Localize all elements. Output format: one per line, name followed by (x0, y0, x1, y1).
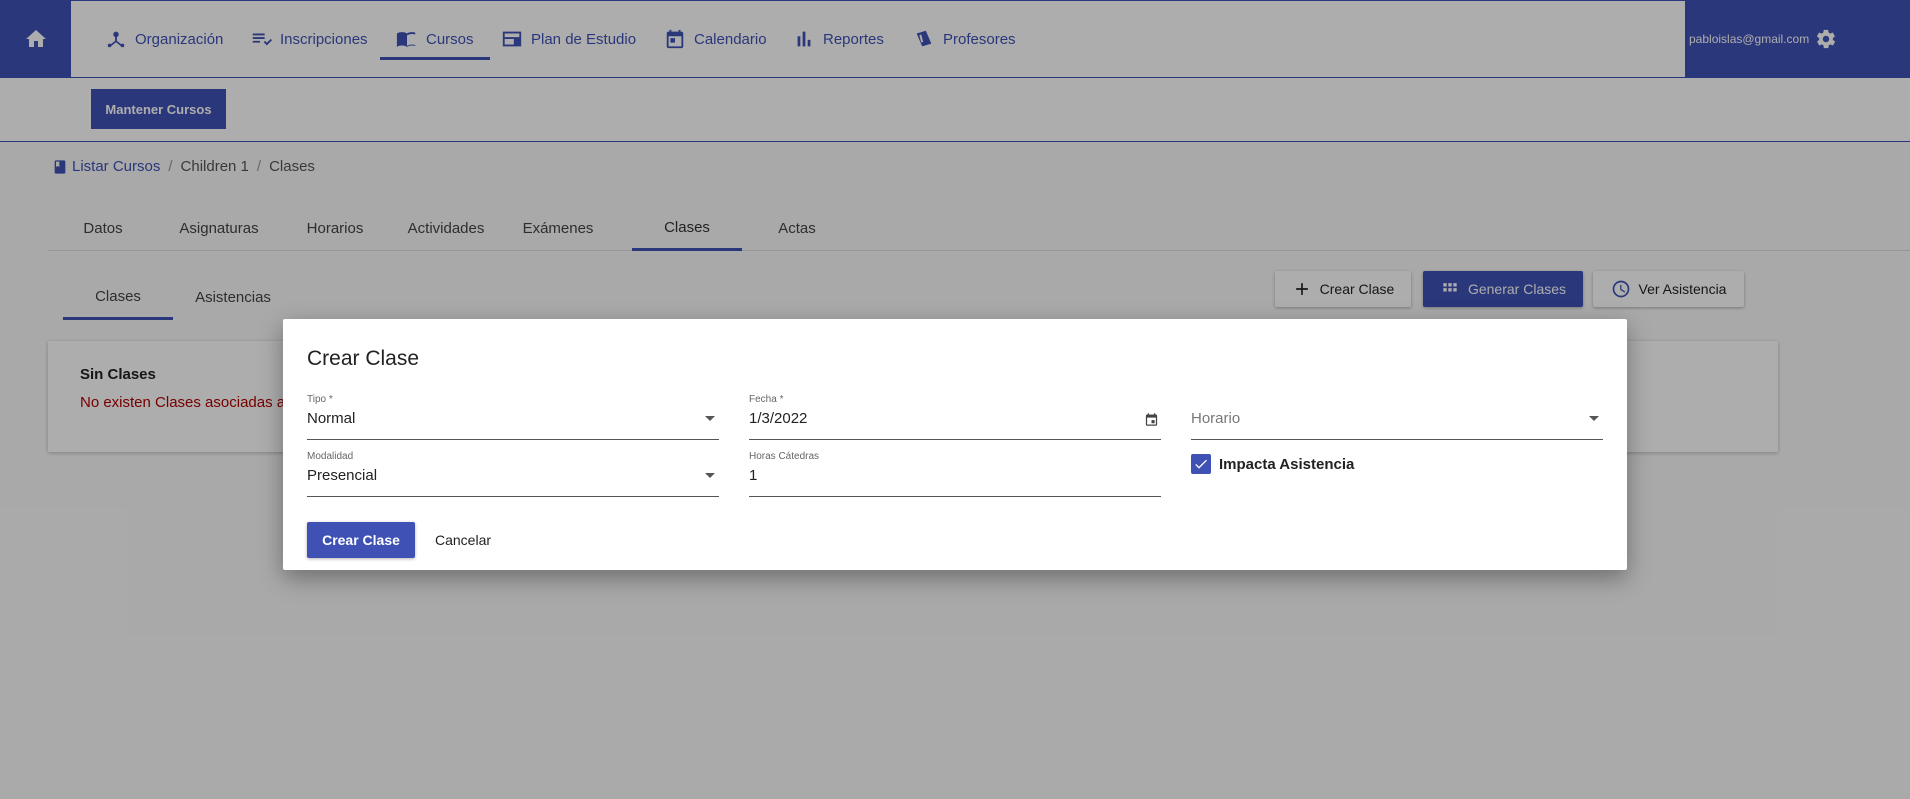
submit-crear-clase-button[interactable]: Crear Clase (307, 522, 415, 558)
horario-placeholder: Horario (1191, 410, 1241, 427)
checkbox-box[interactable] (1191, 454, 1211, 474)
dropdown-arrow-icon (1589, 416, 1599, 421)
calendar-picker-icon[interactable] (1144, 412, 1159, 427)
field-label: Fecha * (749, 394, 784, 405)
modalidad-value: Presencial (307, 467, 378, 484)
cancel-button[interactable]: Cancelar (423, 522, 503, 558)
horas-value: 1 (749, 467, 758, 484)
checkbox-label: Impacta Asistencia (1219, 455, 1355, 473)
tipo-select[interactable]: Tipo * Normal (307, 394, 719, 440)
tipo-value: Normal (307, 410, 356, 427)
dropdown-arrow-icon (705, 416, 715, 421)
impacta-asistencia-checkbox[interactable]: Impacta Asistencia (1191, 454, 1354, 474)
modalidad-select[interactable]: Modalidad Presencial (307, 451, 719, 497)
fecha-value: 1/3/2022 (749, 410, 808, 427)
field-label: Horas Cátedras (749, 451, 820, 462)
dropdown-arrow-icon (705, 473, 715, 478)
fecha-field[interactable]: Fecha * 1/3/2022 (749, 394, 1161, 440)
horario-select[interactable]: Horario (1191, 394, 1603, 440)
dialog-title: Crear Clase (307, 347, 420, 370)
check-icon (1195, 459, 1207, 469)
crear-clase-dialog: Crear Clase Tipo * Normal Fecha * 1/3/20… (283, 319, 1627, 570)
horas-catedras-field[interactable]: Horas Cátedras 1 (749, 451, 1161, 497)
field-label: Modalidad (307, 451, 354, 462)
field-label: Tipo * (307, 394, 333, 405)
